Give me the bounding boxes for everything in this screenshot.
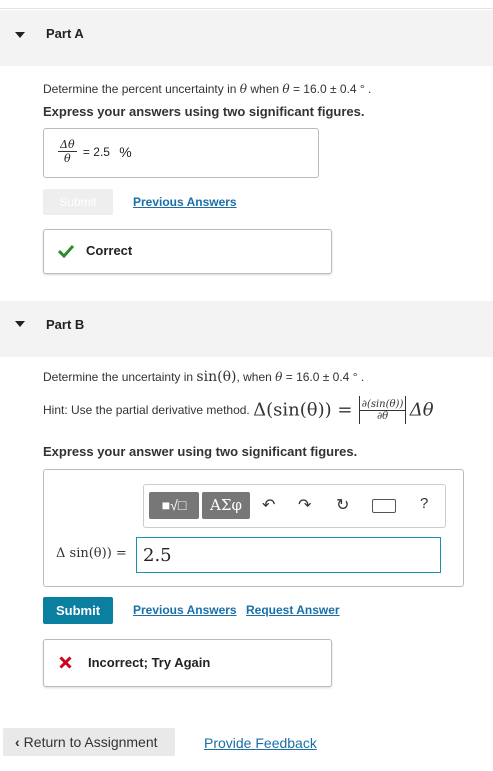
part-a-answer-box: Δθ θ = 2.5 %	[43, 128, 319, 178]
hint-lhs: Δ(sin(θ)) =	[253, 399, 353, 421]
part-b-previous-answers-link[interactable]: Previous Answers	[133, 603, 237, 617]
question-text: when	[247, 82, 283, 96]
question-value: = 16.0 ± 0.4 ° .	[289, 82, 372, 96]
part-b-title: Part B	[46, 317, 85, 332]
answer-unit: %	[119, 143, 132, 160]
return-to-assignment-button[interactable]: ‹ Return to Assignment	[3, 728, 175, 756]
provide-feedback-link[interactable]: Provide Feedback	[204, 735, 317, 751]
collapse-triangle-icon	[15, 32, 25, 38]
part-b-submit-button[interactable]: Submit	[43, 597, 113, 624]
part-b-feedback-incorrect: Incorrect; Try Again	[43, 639, 332, 687]
sin-theta-expression: sin(θ)	[196, 369, 237, 385]
fraction-numerator: ∂(sin(θ))	[359, 398, 406, 411]
fraction-numerator: Δθ	[58, 138, 77, 152]
question-text: Determine the percent uncertainty in	[43, 82, 240, 96]
return-label: Return to Assignment	[23, 734, 158, 750]
undo-icon[interactable]: ↶	[262, 495, 275, 515]
part-b-question: Determine the uncertainty in sin(θ), whe…	[43, 369, 364, 385]
part-b-hint: Hint: Use the partial derivative method.…	[43, 396, 434, 424]
templates-button[interactable]: ■√□	[149, 492, 199, 519]
question-text: Determine the uncertainty in	[43, 370, 197, 384]
part-a-title: Part A	[46, 26, 84, 41]
chevron-left-icon: ‹	[15, 734, 20, 750]
answer-expression: Δθ θ = 2.5 %	[58, 138, 132, 165]
redo-icon[interactable]: ↷	[298, 495, 311, 515]
part-a-question: Determine the percent uncertainty in θ w…	[43, 82, 371, 96]
abs-bar-right	[405, 396, 407, 424]
answer-value: = 2.5	[82, 144, 110, 159]
fraction-denominator: ∂θ	[376, 410, 389, 422]
feedback-label: Correct	[86, 243, 133, 258]
part-a-previous-answers-link[interactable]: Previous Answers	[133, 195, 237, 209]
question-text: , when	[236, 370, 276, 384]
fraction: Δθ θ	[58, 138, 77, 165]
part-a-header[interactable]: Part A	[0, 10, 493, 66]
part-a-feedback-correct: Correct	[43, 229, 332, 274]
hint-rhs: Δθ	[409, 399, 434, 421]
greek-symbols-button[interactable]: ΑΣφ	[202, 492, 250, 519]
help-button[interactable]: ?	[420, 495, 428, 512]
part-a-instruction: Express your answers using two significa…	[43, 104, 365, 119]
x-mark-icon	[59, 656, 72, 669]
input-label: Δ sin(θ)) =	[56, 546, 127, 561]
feedback-label: Incorrect; Try Again	[88, 655, 211, 670]
part-a-submit-button[interactable]: Submit	[43, 189, 113, 215]
reset-icon[interactable]: ↻	[336, 495, 349, 515]
answer-input[interactable]: 2.5	[136, 537, 441, 573]
part-b-instruction: Express your answer using two significan…	[43, 444, 358, 459]
theta-symbol: θ	[239, 82, 248, 96]
theta-symbol: θ	[282, 82, 290, 96]
collapse-triangle-icon	[15, 321, 25, 327]
hint-text: Hint: Use the partial derivative method.	[43, 403, 254, 417]
part-b-header[interactable]: Part B	[0, 301, 493, 357]
checkmark-icon	[58, 244, 74, 258]
keyboard-icon[interactable]	[372, 499, 396, 513]
fraction-denominator: θ	[63, 152, 71, 165]
math-toolbar: ■√□ ΑΣφ ↶ ↷ ↻ ?	[143, 484, 446, 528]
top-divider	[0, 8, 493, 9]
request-answer-link[interactable]: Request Answer	[246, 603, 340, 617]
partial-fraction: ∂(sin(θ)) ∂θ	[359, 398, 406, 422]
question-value: = 16.0 ± 0.4 ° .	[282, 370, 365, 384]
